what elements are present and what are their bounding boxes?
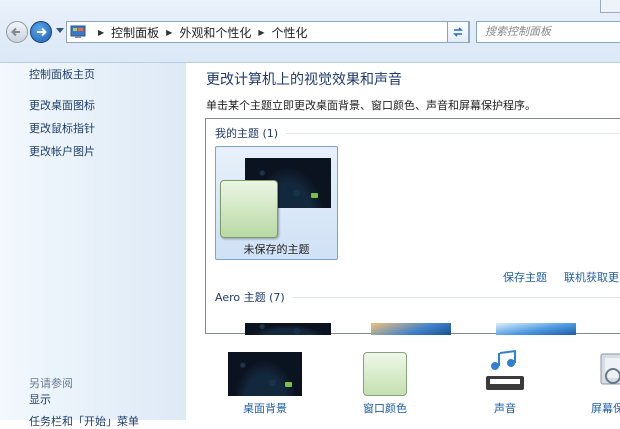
page-title: 更改计算机上的视觉效果和声音 [206,72,402,88]
sounds-label: 声音 [494,402,516,415]
window-color-label: 窗口颜色 [363,402,407,415]
breadcrumb-control-panel[interactable]: 控制面板 [111,24,159,41]
control-panel-home-link[interactable]: 控制面板主页 [29,66,95,82]
navigation-bar: ▶ 控制面板 ▶ 外观和个性化 ▶ 个性化 搜索控制面板 [0,0,620,63]
back-arrow-icon [11,27,20,37]
screen-saver-icon [600,353,620,385]
change-account-picture-link[interactable]: 更改帐户图片 [29,143,95,159]
screen-saver-label: 屏幕保 [591,402,620,415]
main-content: 更改计算机上的视觉效果和声音 单击某个主题立即更改桌面背景、窗口颜色、声音和屏幕… [186,63,620,420]
search-input[interactable]: 搜索控制面板 [476,21,620,43]
window-control-button[interactable] [600,0,620,13]
display-link[interactable]: 显示 [29,391,51,407]
aero-theme-architecture[interactable] [371,323,451,335]
windows-logo-icon [285,382,292,387]
windows-logo-icon [311,193,318,198]
theme-window-color-preview [220,180,278,238]
page-subtitle: 单击某个主题立即更改桌面背景、窗口颜色、声音和屏幕保护程序。 [206,99,536,112]
sounds-icon [486,350,524,390]
forward-arrow-icon [37,27,47,37]
my-themes-header-label: 我的主题 (1) [215,127,279,140]
save-theme-link[interactable]: 保存主题 [503,269,547,285]
change-desktop-icons-link[interactable]: 更改桌面图标 [29,97,95,113]
taskbar-start-menu-link[interactable]: 任务栏和「开始」菜单 [29,413,139,429]
window-color-swatch [363,352,407,396]
desktop-background-label: 桌面背景 [243,402,287,415]
group-divider [286,132,620,134]
aero-theme-characters[interactable] [496,323,576,335]
forward-button[interactable] [30,21,52,43]
get-more-themes-online-link[interactable]: 联机获取更 [564,269,619,285]
aero-themes-header-label: Aero 主题 (7) [215,291,285,304]
refresh-icon [453,27,463,37]
window-color-setting[interactable]: 窗口颜色 [340,350,430,420]
screen-saver-setting[interactable]: 屏幕保 [581,350,620,420]
desktop-background-setting[interactable]: 桌面背景 [224,350,314,420]
aero-theme-windows7[interactable] [245,323,331,335]
breadcrumb-personalization[interactable]: 个性化 [272,24,308,41]
back-button[interactable] [6,21,28,43]
sounds-setting[interactable]: 声音 [460,350,550,420]
change-mouse-pointers-link[interactable]: 更改鼠标指针 [29,120,95,136]
group-divider [292,296,620,298]
address-bar[interactable]: ▶ 控制面板 ▶ 外观和个性化 ▶ 个性化 [66,21,470,43]
breadcrumb-appearance[interactable]: 外观和个性化 [179,24,251,41]
refresh-button[interactable] [447,21,469,43]
see-also-heading: 另请参阅 [29,377,73,390]
breadcrumb-separator-icon[interactable]: ▶ [258,28,264,37]
desktop-background-thumbnail [228,352,302,396]
aero-themes-header: Aero 主题 (7) [215,289,620,305]
unsaved-theme-tile[interactable]: 未保存的主题 [215,146,338,260]
breadcrumb-separator-icon[interactable]: ▶ [98,28,104,37]
breadcrumb-separator-icon[interactable]: ▶ [166,28,172,37]
control-panel-icon [70,25,86,38]
unsaved-theme-label: 未保存的主题 [243,243,310,256]
theme-list[interactable]: 我的主题 (1) 未保存的主题 保存主题 联机获取更 Aero 主题 (7) [205,118,620,335]
left-task-pane: 控制面板主页 更改桌面图标 更改鼠标指针 更改帐户图片 另请参阅 显示 任务栏和… [0,63,186,428]
recent-pages-dropdown-icon[interactable] [56,28,64,34]
my-themes-header: 我的主题 (1) [215,125,620,141]
breadcrumb: ▶ 控制面板 ▶ 外观和个性化 ▶ 个性化 [91,22,308,42]
